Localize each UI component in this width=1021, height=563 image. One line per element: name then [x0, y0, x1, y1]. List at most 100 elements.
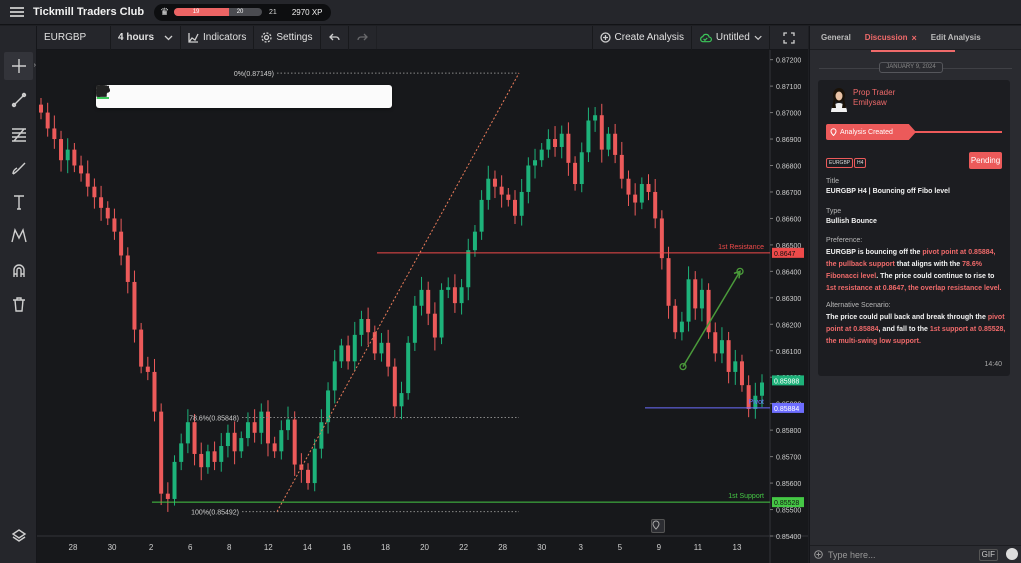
- avatar[interactable]: [828, 86, 850, 112]
- pin-icon: [652, 520, 660, 530]
- copy-icon[interactable]: [96, 85, 296, 108]
- app-title: Tickmill Traders Club: [33, 6, 145, 18]
- candle: [760, 382, 764, 396]
- symbol-tag: EURGBP: [826, 158, 854, 168]
- thin-line-icon[interactable]: [97, 85, 204, 108]
- text-icon[interactable]: [4, 188, 33, 216]
- time-tick-label: 8: [227, 543, 232, 552]
- price-tick-label: 0.86300: [776, 296, 801, 303]
- progress-point-1: 19: [192, 9, 200, 15]
- candle: [379, 342, 384, 354]
- candle: [65, 149, 70, 161]
- redo-button[interactable]: [349, 25, 377, 50]
- emoji-icon[interactable]: [1006, 548, 1018, 560]
- level-price-label: 0.85884: [774, 406, 799, 413]
- candle: [239, 438, 244, 452]
- lock-icon[interactable]: [96, 85, 342, 108]
- price-tick-label: 0.86900: [776, 137, 801, 144]
- candle: [492, 178, 497, 187]
- hamburger-menu-icon[interactable]: [10, 7, 24, 17]
- author-name[interactable]: Emilysaw: [853, 98, 887, 107]
- candle: [512, 199, 517, 216]
- message-input[interactable]: Type here...: [828, 550, 876, 560]
- analysis-panel: General Discussion × Edit Analysis JANUA…: [809, 26, 1021, 563]
- panel-tabs: General Discussion × Edit Analysis: [810, 26, 1021, 50]
- status-badge[interactable]: Pending: [969, 152, 1002, 169]
- timeframe-tag: H4: [854, 158, 867, 168]
- crosshair-icon[interactable]: ›: [4, 52, 36, 80]
- title-label: Title: [826, 178, 839, 185]
- top-bar: Tickmill Traders Club ♛ 19 20 21 2970 XP: [0, 0, 1021, 25]
- candle: [472, 231, 477, 251]
- pattern-icon[interactable]: [4, 222, 33, 250]
- candle: [145, 366, 150, 372]
- level-name: Pivot: [748, 399, 764, 406]
- xp-count: 2970 XP: [291, 7, 323, 17]
- symbol-selector[interactable]: EURGBP: [37, 25, 111, 50]
- time-tick-label: 20: [420, 543, 429, 552]
- candle: [733, 361, 738, 372]
- candle: [439, 289, 444, 338]
- indicators-button[interactable]: Indicators: [181, 25, 255, 50]
- alert-pin-button[interactable]: [651, 519, 665, 533]
- select-icon[interactable]: [96, 85, 135, 108]
- chart-canvas[interactable]: 0.87200 0.87100 0.87000 0.86900 0.86800 0.867…: [37, 50, 808, 563]
- layout-dropdown[interactable]: Untitled: [692, 25, 770, 50]
- candle: [292, 419, 297, 465]
- candle: [279, 430, 284, 452]
- arrow-left-icon[interactable]: [96, 85, 227, 108]
- layout-name: Untitled: [715, 32, 750, 43]
- tab-discussion-label: Discussion: [864, 33, 908, 42]
- fullscreen-button[interactable]: [770, 26, 808, 50]
- brush-icon[interactable]: [4, 154, 33, 182]
- clone-icon[interactable]: [96, 85, 319, 108]
- eye-icon[interactable]: [96, 85, 365, 108]
- body-text: that aligns with the: [894, 261, 963, 268]
- candle: [219, 446, 224, 462]
- tab-edit-analysis[interactable]: Edit Analysis: [931, 33, 981, 42]
- magnet-icon[interactable]: [4, 256, 33, 284]
- plus-circle-icon[interactable]: [814, 550, 823, 559]
- price-tick-label: 0.86700: [776, 190, 801, 197]
- price-chart[interactable]: 0.87200 0.87100 0.87000 0.86900 0.86800 0.867…: [37, 50, 808, 563]
- candle: [426, 289, 431, 314]
- candle: [693, 279, 698, 309]
- timeframe-dropdown[interactable]: 4 hours: [111, 25, 181, 50]
- settings-button[interactable]: Settings: [254, 25, 321, 50]
- candle: [452, 287, 457, 304]
- level-price-label: 0.8647: [774, 251, 796, 258]
- message-composer[interactable]: Type here... GIF: [810, 545, 1021, 563]
- candle: [553, 139, 558, 147]
- time-tick-label: 16: [342, 543, 351, 552]
- candle: [152, 371, 157, 412]
- candle: [105, 207, 110, 219]
- gif-button[interactable]: GIF: [978, 549, 998, 561]
- tab-discussion[interactable]: Discussion ×: [865, 33, 917, 43]
- analysis-created-banner: Analysis Created: [826, 124, 916, 140]
- fib-icon[interactable]: [4, 120, 33, 148]
- undo-button[interactable]: [321, 25, 349, 50]
- trash-icon[interactable]: [97, 85, 388, 108]
- drawing-toolbar: [96, 85, 392, 108]
- candle: [392, 366, 397, 407]
- trash-icon[interactable]: [4, 290, 33, 318]
- create-analysis-button[interactable]: Create Analysis: [591, 25, 692, 50]
- close-icon[interactable]: ×: [911, 33, 916, 43]
- candle: [546, 139, 551, 150]
- thick-line-icon[interactable]: [97, 85, 181, 108]
- candle: [593, 115, 598, 121]
- author-role: Prop Trader: [853, 88, 896, 97]
- gear-icon[interactable]: [96, 85, 273, 108]
- price-tick-label: 0.86800: [776, 164, 801, 171]
- preference-label: Preference:: [826, 237, 863, 244]
- chart-toolbar: EURGBP 4 hours Indicators Settings Creat…: [37, 25, 808, 50]
- tab-general[interactable]: General: [821, 33, 851, 42]
- arrow-right-icon[interactable]: [97, 85, 250, 108]
- layers-icon[interactable]: [4, 522, 33, 550]
- analysis-type: Bullish Bounce: [826, 218, 877, 225]
- fib-level-label: 0%(0.87149): [234, 71, 274, 78]
- trendline-icon[interactable]: [4, 86, 33, 114]
- banner-divider: [914, 131, 1002, 133]
- pencil-icon[interactable]: [96, 85, 158, 108]
- body-text: The price could pull back and break thro…: [826, 314, 988, 321]
